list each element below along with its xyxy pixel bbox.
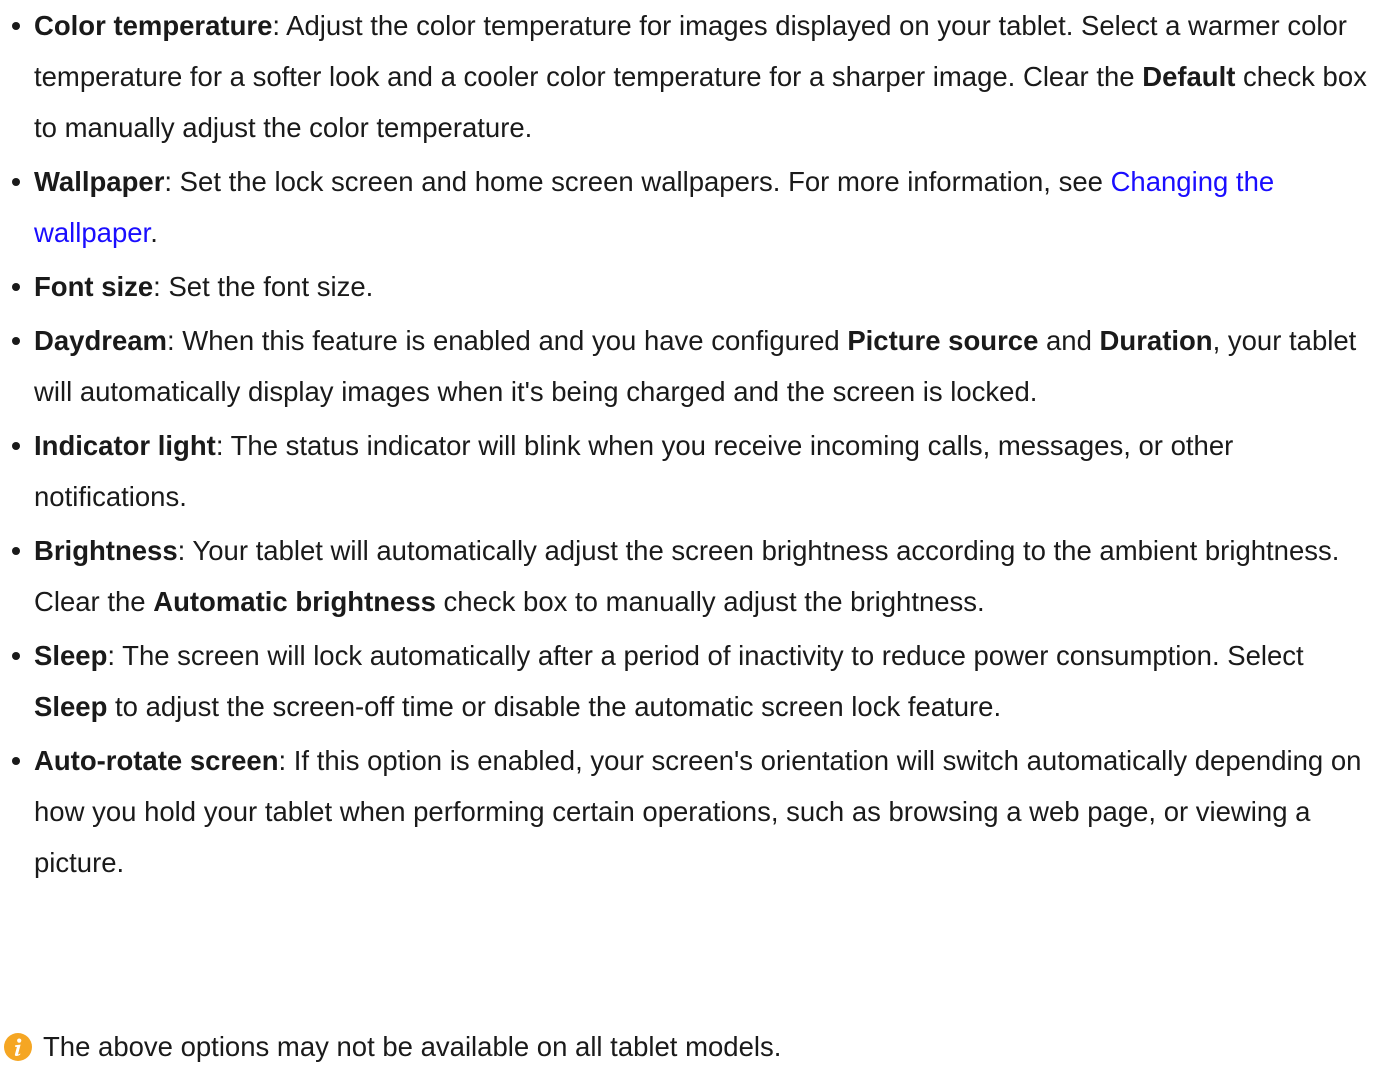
item-bold-term: Duration (1099, 325, 1213, 356)
item-title: Color temperature (34, 10, 273, 41)
item-bold-term: Default (1142, 61, 1236, 92)
item-text: : Set the lock screen and home screen wa… (164, 166, 1111, 197)
list-item-daydream: Daydream: When this feature is enabled a… (0, 315, 1394, 417)
bullet-icon (12, 547, 20, 555)
list-item-indicator-light: Indicator light: The status indicator wi… (0, 420, 1394, 522)
list-item-brightness: Brightness: Your tablet will automatical… (0, 525, 1394, 627)
item-title: Indicator light (34, 430, 216, 461)
item-text: to adjust the screen-off time or disable… (107, 691, 1002, 722)
item-title: Sleep (34, 640, 108, 671)
availability-note: The above options may not be available o… (4, 1021, 781, 1072)
note-text: The above options may not be available o… (43, 1030, 782, 1062)
list-item-auto-rotate: Auto-rotate screen: If this option is en… (0, 735, 1394, 888)
item-bold-term: Automatic brightness (153, 586, 436, 617)
list-item-wallpaper: Wallpaper: Set the lock screen and home … (0, 156, 1394, 258)
item-text: : The screen will lock automatically aft… (107, 640, 1304, 671)
list-item-sleep: Sleep: The screen will lock automaticall… (0, 630, 1394, 732)
bullet-icon (12, 283, 20, 291)
bullet-icon (12, 178, 20, 186)
item-title: Font size (34, 271, 154, 302)
display-settings-list: Color temperature: Adjust the color temp… (0, 0, 1394, 888)
item-title: Brightness (34, 535, 178, 566)
item-title: Daydream (34, 325, 167, 356)
item-bold-term: Picture source (847, 325, 1039, 356)
info-icon (4, 1032, 32, 1061)
list-item-color-temperature: Color temperature: Adjust the color temp… (0, 0, 1394, 153)
item-bold-term: Sleep (34, 691, 108, 722)
item-text: and (1038, 325, 1100, 356)
item-text: . (150, 217, 158, 248)
bullet-icon (12, 22, 20, 30)
item-title: Auto-rotate screen (34, 745, 279, 776)
bullet-icon (12, 442, 20, 450)
bullet-icon (12, 652, 20, 660)
bullet-icon (12, 337, 20, 345)
item-title: Wallpaper (34, 166, 165, 197)
list-item-font-size: Font size: Set the font size. (0, 261, 1394, 312)
item-text: : Set the font size. (153, 271, 374, 302)
item-text: : When this feature is enabled and you h… (167, 325, 848, 356)
bullet-icon (12, 757, 20, 765)
item-text: check box to manually adjust the brightn… (435, 586, 985, 617)
